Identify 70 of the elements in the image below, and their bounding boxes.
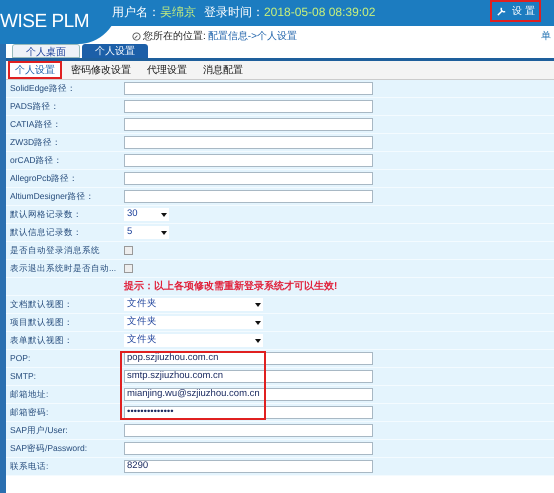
dropdown[interactable]: 文件夹 [124,316,263,329]
dropdown-value: 30 [127,207,138,222]
field-label: SAP密码/Password: [9,442,88,455]
breadcrumb-label: 您所在的位置: [143,30,206,44]
input-field[interactable]: mianjing.wu@szjiuzhou.com.cn [124,388,373,401]
field-label: SolidEdge路径： [9,82,77,95]
field-label: orCAD路径： [9,154,64,167]
field-label: 是否自动登录消息系统 [9,244,101,257]
tab[interactable]: 个人桌面 [12,44,80,58]
input-field[interactable] [124,154,373,167]
field-label: CATIA路径： [9,118,62,131]
field-label: PADS路径： [9,100,61,113]
logo: WISE PLM [0,10,90,34]
checkbox[interactable] [124,264,133,273]
field-label: 文档默认视图： [9,298,74,311]
settings-button[interactable]: 设 置 [490,0,541,22]
field-label: 项目默认视图： [9,316,74,329]
input-field[interactable] [124,424,373,437]
breadcrumb-link[interactable]: 配置信息->个人设置 [208,29,297,44]
field-label: 联系电话: [9,460,50,473]
notice-text: 提示：以上各项修改需重新登录系统才可以生效! [124,279,338,294]
field-label: 邮箱密码: [9,406,50,419]
subtab[interactable]: 个人设置 [8,61,62,79]
subtab[interactable]: 密码修改设置 [64,61,138,79]
field-label: ZW3D路径： [9,136,62,149]
tab[interactable]: 个人设置 [82,44,148,58]
dropdown-arrow-icon [255,338,261,342]
input-field[interactable] [124,190,373,203]
input-field[interactable]: pop.szjiuzhou.com.cn [124,352,373,365]
field-label: 默认网格记录数： [9,208,83,221]
cut-link[interactable]: 单 [541,29,551,44]
dropdown-value: 5 [127,225,132,240]
dropdown-value: 文件夹 [127,333,157,348]
field-label: 表示退出系统时是否自动... [9,262,118,275]
subtab[interactable]: 消息配置 [196,61,250,79]
user-name: 吴绵京 [160,4,196,21]
field-label: 默认信息记录数： [9,226,83,239]
field-label: 邮箱地址: [9,388,50,401]
field-label: AltiumDesigner路径： [9,190,96,203]
input-field[interactable]: smtp.szjiuzhou.com.cn [124,370,373,383]
dropdown-arrow-icon [255,320,261,324]
field-label: AllegroPcb路径： [9,172,80,185]
input-field[interactable] [124,82,373,95]
input-field[interactable] [124,100,373,113]
dropdown[interactable]: 5 [124,226,169,239]
dropdown-arrow-icon [161,230,167,234]
dropdown-value: 文件夹 [127,297,157,312]
dropdown-arrow-icon [255,302,261,306]
compass-icon [132,32,141,41]
dropdown-arrow-icon [161,212,167,216]
checkbox[interactable] [124,246,133,255]
login-time: 2018-05-08 08:39:02 [264,4,376,21]
wrench-icon [496,6,507,16]
dropdown-value: 文件夹 [127,315,157,330]
input-field[interactable] [124,118,373,131]
subtab[interactable]: 代理设置 [140,61,194,79]
field-label: 表单默认视图： [9,334,74,347]
login-label: 登录时间： [204,4,264,21]
input-field[interactable] [124,172,373,185]
dropdown[interactable]: 文件夹 [124,334,263,347]
field-label: SMTP: [9,370,37,383]
user-label: 用户名： [112,4,160,21]
input-field[interactable]: 8290 [124,460,373,473]
input-field[interactable] [124,136,373,149]
dropdown[interactable]: 文件夹 [124,298,263,311]
input-field[interactable]: •••••••••••••• [124,406,373,419]
field-label: POP: [9,352,32,365]
dropdown[interactable]: 30 [124,208,169,221]
field-label: SAP用户/User: [9,424,69,437]
input-field[interactable] [124,442,373,455]
